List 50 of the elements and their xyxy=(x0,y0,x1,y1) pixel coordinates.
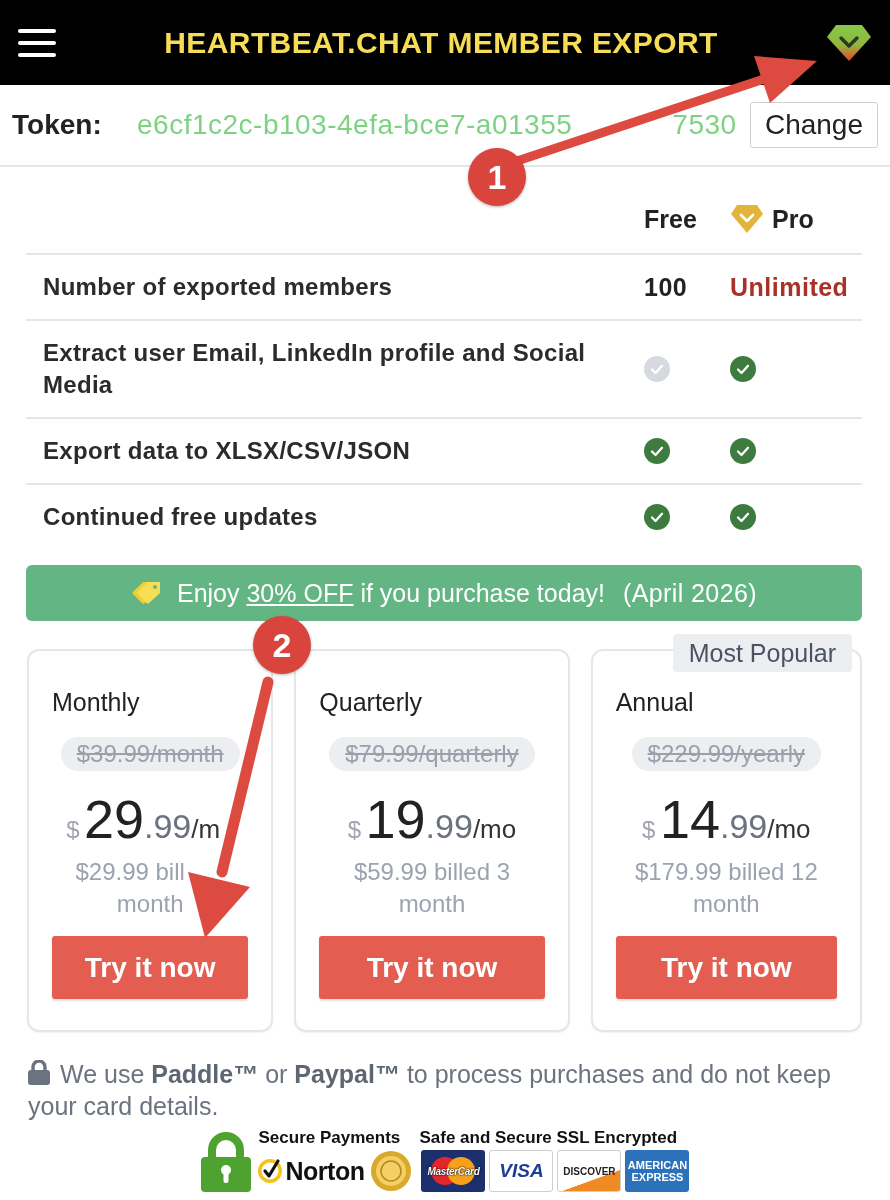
change-button[interactable]: Change xyxy=(749,102,878,148)
billing-note: $29.99 bill xyxy=(75,857,185,887)
gem-icon[interactable] xyxy=(826,23,872,62)
plan-price: $29.99/m xyxy=(66,789,221,849)
menu-icon[interactable] xyxy=(18,27,56,58)
visa-logo: VISA xyxy=(489,1150,554,1192)
step-badge: 2 xyxy=(253,616,311,674)
plan-price: $19.99/mo xyxy=(347,789,517,849)
cell-value: 100 xyxy=(644,272,688,303)
try-button[interactable]: Try it now xyxy=(319,936,545,999)
step-badge: 1 xyxy=(468,148,526,206)
lock-icon xyxy=(28,1060,50,1085)
amex-logo: AMERICAN EXPRESS xyxy=(625,1150,690,1192)
tag-icon xyxy=(130,581,161,605)
plan-name: Quarterly xyxy=(319,687,424,717)
app-title: HEARTBEAT.CHAT MEMBER EXPORT xyxy=(164,24,718,61)
feature-label: Number of exported members xyxy=(43,272,393,302)
token-label: Token: xyxy=(12,109,103,141)
promo-date: (April 2026) xyxy=(623,578,757,608)
original-price: $229.99/yearly xyxy=(631,737,822,771)
token-value: 7530 xyxy=(672,114,737,136)
offer-link[interactable]: 30% OFF xyxy=(246,578,354,607)
plan-name: Monthly xyxy=(52,687,141,717)
original-price: $39.99/month xyxy=(60,737,240,771)
norton-logo: Norton xyxy=(285,1156,365,1186)
promo-text: Enjoy 30% OFF if you purchase today! xyxy=(176,578,605,608)
cell-value: Unlimited xyxy=(730,272,849,303)
secure-payments-label: Secure Payments xyxy=(257,1128,401,1148)
padlock-icon xyxy=(200,1132,251,1192)
plan-price: $14.99/mo xyxy=(642,789,811,849)
billing-note: $59.99 billed 3 month xyxy=(352,857,512,919)
billing-note: month xyxy=(116,889,184,919)
feature-label: Continued free updates xyxy=(43,502,318,532)
plan-name: Annual xyxy=(615,687,695,717)
most-popular-badge: Most Popular xyxy=(672,634,852,672)
column-header: Free xyxy=(644,204,697,235)
check-circle-icon xyxy=(256,1158,283,1184)
original-price: $79.99/quarterly xyxy=(329,737,535,771)
seal-icon xyxy=(371,1151,412,1191)
token-value: e6cf1c2c-b103-4efa-bce7-a01355 xyxy=(137,114,573,136)
try-button[interactable]: Try it now xyxy=(615,936,837,999)
try-button[interactable]: Try it now xyxy=(52,936,249,999)
ssl-label: Safe and Secure SSL Encrypted xyxy=(418,1128,678,1148)
billing-note: $179.99 billed 12 month xyxy=(633,857,819,919)
discover-logo: DISCOVER xyxy=(557,1150,622,1192)
gem-icon xyxy=(730,204,764,234)
column-header: Pro xyxy=(772,204,814,235)
payment-note: We use Paddle™ or Paypal™ to process purchases and do not keep your card details. xyxy=(28,1059,832,1122)
feature-label: Extract user Email, LinkedIn profile and Social Media xyxy=(43,338,587,400)
feature-label: Export data to XLSX/CSV/JSON xyxy=(43,436,411,466)
